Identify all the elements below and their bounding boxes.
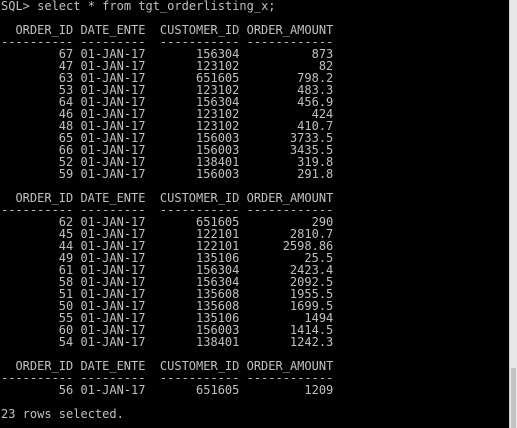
sql-prompt-line: SQL> select * from tgt_orderlisting_x;	[1, 0, 276, 13]
cell-order-amount: 1242.3	[289, 335, 334, 349]
table-row: 54 01-JAN-17 138401 1242.3	[1, 336, 509, 348]
table-row: 56 01-JAN-17 651605 1209	[1, 384, 509, 396]
cell-customer-id: 156003	[196, 167, 240, 181]
cell-date-ente: 01-JAN-17	[80, 167, 146, 181]
cell-order-id: 54	[58, 335, 74, 349]
cell-customer-id: 651605	[196, 383, 240, 397]
table-row: 59 01-JAN-17 156003 291.8	[1, 168, 509, 180]
cell-customer-id: 138401	[196, 335, 240, 349]
cell-order-amount: 291.8	[297, 167, 334, 181]
vertical-scrollbar[interactable]	[509, 0, 517, 428]
rows-selected-message: 23 rows selected.	[1, 407, 124, 421]
cell-date-ente: 01-JAN-17	[80, 383, 146, 397]
cell-order-id: 56	[58, 383, 74, 397]
cell-date-ente: 01-JAN-17	[80, 335, 146, 349]
sqlplus-console[interactable]: SQL> select * from tgt_orderlisting_x; O…	[0, 0, 509, 428]
cell-order-amount: 1209	[304, 383, 334, 397]
cell-order-id: 59	[58, 167, 74, 181]
scrollbar-thumb[interactable]	[511, 368, 516, 428]
